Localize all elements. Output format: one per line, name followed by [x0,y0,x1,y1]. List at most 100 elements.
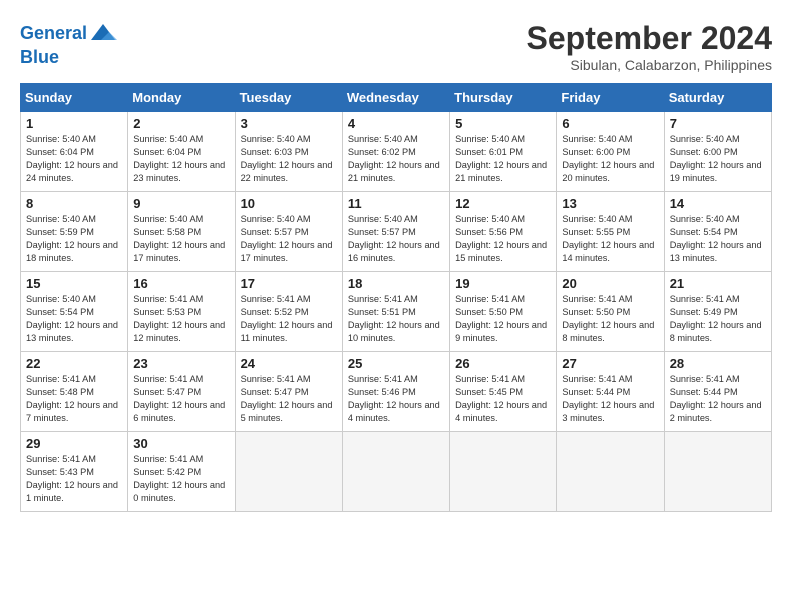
day-info: Sunrise: 5:41 AMSunset: 5:45 PMDaylight:… [455,373,551,425]
day-number: 8 [26,196,122,211]
calendar-cell: 23 Sunrise: 5:41 AMSunset: 5:47 PMDayligh… [128,352,235,432]
calendar-cell: 9Sunrise: 5:40 AMSunset: 5:58 PMDaylight… [128,192,235,272]
day-info: Sunrise: 5:40 AMSunset: 6:00 PMDaylight:… [670,133,766,185]
calendar-cell: 27Sunrise: 5:41 AMSunset: 5:44 PMDayligh… [557,352,664,432]
day-header-saturday: Saturday [664,84,771,112]
page-header: General Blue September 2024 Sibulan, Cal… [20,20,772,73]
day-header-monday: Monday [128,84,235,112]
location: Sibulan, Calabarzon, Philippines [527,57,772,73]
day-info: Sunrise: 5:41 AMSunset: 5:44 PMDaylight:… [670,373,766,425]
day-info: Sunrise: 5:40 AMSunset: 6:03 PMDaylight:… [241,133,337,185]
day-info: Sunrise: 5:40 AMSunset: 5:58 PMDaylight:… [133,213,229,265]
calendar-cell: 26 Sunrise: 5:41 AMSunset: 5:45 PMDayligh… [450,352,557,432]
day-info: Sunrise: 5:41 AMSunset: 5:51 PMDaylight:… [348,293,444,345]
day-info: Sunrise: 5:40 AMSunset: 5:54 PMDaylight:… [670,213,766,265]
day-number: 25 [348,356,444,371]
calendar-header-row: SundayMondayTuesdayWednesdayThursdayFrid… [21,84,772,112]
day-info: Sunrise: 5:41 AMSunset: 5:50 PMDaylight:… [562,293,658,345]
day-info: Sunrise: 5:40 AMSunset: 6:01 PMDaylight:… [455,133,551,185]
day-info: Sunrise: 5:40 AMSunset: 5:57 PMDaylight:… [348,213,444,265]
calendar-cell: 25 Sunrise: 5:41 AMSunset: 5:46 PMDayligh… [342,352,449,432]
day-number: 14 [670,196,766,211]
day-info: Sunrise: 5:41 AMSunset: 5:43 PMDaylight:… [26,453,122,505]
day-header-friday: Friday [557,84,664,112]
day-number: 19 [455,276,551,291]
calendar-cell: 19 Sunrise: 5:41 AMSunset: 5:50 PMDayligh… [450,272,557,352]
day-info: Sunrise: 5:40 AMSunset: 6:00 PMDaylight:… [562,133,658,185]
day-info: Sunrise: 5:41 AMSunset: 5:47 PMDaylight:… [241,373,337,425]
day-info: Sunrise: 5:41 AMSunset: 5:44 PMDaylight:… [562,373,658,425]
day-info: Sunrise: 5:41 AMSunset: 5:42 PMDaylight:… [133,453,229,505]
calendar-cell: 3 Sunrise: 5:40 AMSunset: 6:03 PMDaylight… [235,112,342,192]
day-number: 10 [241,196,337,211]
day-number: 2 [133,116,229,131]
calendar-cell: 4 Sunrise: 5:40 AMSunset: 6:02 PMDaylight… [342,112,449,192]
day-number: 6 [562,116,658,131]
day-number: 1 [26,116,122,131]
day-info: Sunrise: 5:40 AMSunset: 5:54 PMDaylight:… [26,293,122,345]
day-header-tuesday: Tuesday [235,84,342,112]
day-number: 24 [241,356,337,371]
calendar-cell: 16 Sunrise: 5:41 AMSunset: 5:53 PMDayligh… [128,272,235,352]
calendar-cell: 21Sunrise: 5:41 AMSunset: 5:49 PMDayligh… [664,272,771,352]
day-info: Sunrise: 5:40 AMSunset: 5:57 PMDaylight:… [241,213,337,265]
day-header-thursday: Thursday [450,84,557,112]
calendar-week-0: 1 Sunrise: 5:40 AMSunset: 6:04 PMDaylight… [21,112,772,192]
day-info: Sunrise: 5:40 AMSunset: 6:04 PMDaylight:… [133,133,229,185]
calendar-table: SundayMondayTuesdayWednesdayThursdayFrid… [20,83,772,512]
calendar-cell: 2 Sunrise: 5:40 AMSunset: 6:04 PMDaylight… [128,112,235,192]
calendar-week-1: 8Sunrise: 5:40 AMSunset: 5:59 PMDaylight… [21,192,772,272]
day-number: 20 [562,276,658,291]
day-number: 23 [133,356,229,371]
calendar-cell [235,432,342,512]
calendar-cell: 6 Sunrise: 5:40 AMSunset: 6:00 PMDaylight… [557,112,664,192]
logo-text: General [20,20,117,48]
day-info: Sunrise: 5:41 AMSunset: 5:50 PMDaylight:… [455,293,551,345]
logo: General Blue [20,20,117,68]
day-number: 7 [670,116,766,131]
calendar-cell: 13Sunrise: 5:40 AMSunset: 5:55 PMDayligh… [557,192,664,272]
day-info: Sunrise: 5:41 AMSunset: 5:53 PMDaylight:… [133,293,229,345]
calendar-cell: 30 Sunrise: 5:41 AMSunset: 5:42 PMDayligh… [128,432,235,512]
day-header-sunday: Sunday [21,84,128,112]
day-number: 17 [241,276,337,291]
calendar-cell: 12Sunrise: 5:40 AMSunset: 5:56 PMDayligh… [450,192,557,272]
logo-subtext: Blue [20,48,117,68]
calendar-cell: 22Sunrise: 5:41 AMSunset: 5:48 PMDayligh… [21,352,128,432]
calendar-cell: 15Sunrise: 5:40 AMSunset: 5:54 PMDayligh… [21,272,128,352]
calendar-cell [450,432,557,512]
day-number: 11 [348,196,444,211]
calendar-cell: 29Sunrise: 5:41 AMSunset: 5:43 PMDayligh… [21,432,128,512]
day-number: 3 [241,116,337,131]
day-info: Sunrise: 5:41 AMSunset: 5:46 PMDaylight:… [348,373,444,425]
title-area: September 2024 Sibulan, Calabarzon, Phil… [527,20,772,73]
calendar-cell [664,432,771,512]
day-info: Sunrise: 5:41 AMSunset: 5:47 PMDaylight:… [133,373,229,425]
day-info: Sunrise: 5:40 AMSunset: 6:04 PMDaylight:… [26,133,122,185]
calendar-cell: 28 Sunrise: 5:41 AMSunset: 5:44 PMDayligh… [664,352,771,432]
day-number: 30 [133,436,229,451]
calendar-week-3: 22Sunrise: 5:41 AMSunset: 5:48 PMDayligh… [21,352,772,432]
day-number: 13 [562,196,658,211]
day-header-wednesday: Wednesday [342,84,449,112]
calendar-week-2: 15Sunrise: 5:40 AMSunset: 5:54 PMDayligh… [21,272,772,352]
day-info: Sunrise: 5:41 AMSunset: 5:48 PMDaylight:… [26,373,122,425]
day-number: 4 [348,116,444,131]
day-info: Sunrise: 5:41 AMSunset: 5:49 PMDaylight:… [670,293,766,345]
calendar-cell: 11 Sunrise: 5:40 AMSunset: 5:57 PMDayligh… [342,192,449,272]
day-info: Sunrise: 5:40 AMSunset: 6:02 PMDaylight:… [348,133,444,185]
calendar-cell [557,432,664,512]
calendar-cell: 8Sunrise: 5:40 AMSunset: 5:59 PMDaylight… [21,192,128,272]
calendar-cell: 10 Sunrise: 5:40 AMSunset: 5:57 PMDayligh… [235,192,342,272]
calendar-week-4: 29Sunrise: 5:41 AMSunset: 5:43 PMDayligh… [21,432,772,512]
day-number: 28 [670,356,766,371]
month-title: September 2024 [527,20,772,57]
calendar-cell: 17Sunrise: 5:41 AMSunset: 5:52 PMDayligh… [235,272,342,352]
day-number: 16 [133,276,229,291]
calendar-cell [342,432,449,512]
calendar-cell: 24 Sunrise: 5:41 AMSunset: 5:47 PMDayligh… [235,352,342,432]
calendar-cell: 18Sunrise: 5:41 AMSunset: 5:51 PMDayligh… [342,272,449,352]
day-number: 26 [455,356,551,371]
calendar-cell: 1 Sunrise: 5:40 AMSunset: 6:04 PMDaylight… [21,112,128,192]
calendar-body: 1 Sunrise: 5:40 AMSunset: 6:04 PMDaylight… [21,112,772,512]
